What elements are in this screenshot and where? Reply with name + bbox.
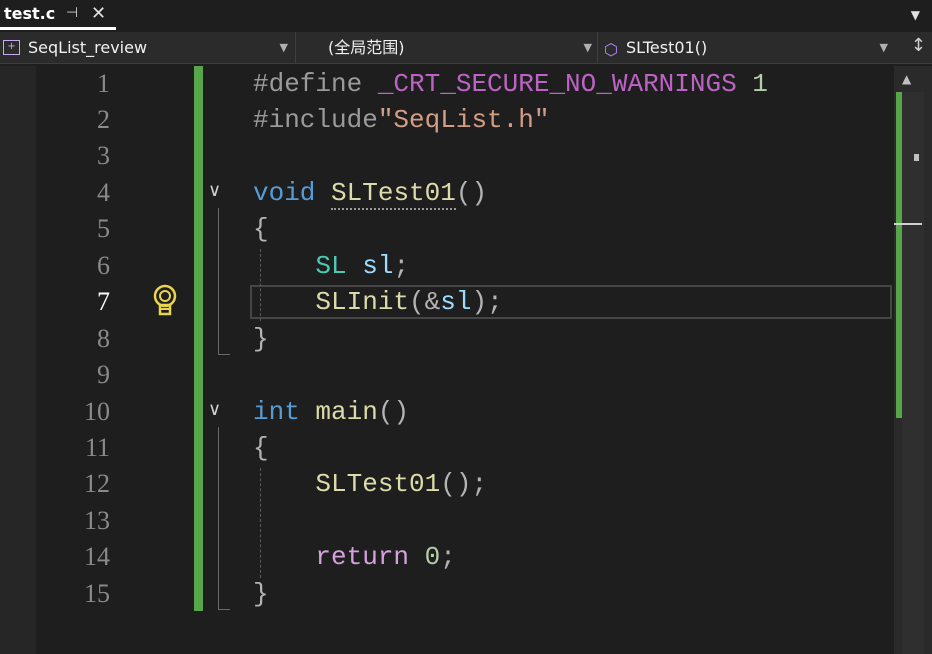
brace: { bbox=[253, 433, 269, 463]
preprocessor-directive: #define bbox=[253, 69, 363, 99]
tab-bar: test.c ⊣ ✕ ▼ bbox=[0, 0, 932, 30]
include-path: "SeqList.h" bbox=[377, 105, 550, 135]
number-literal: 0 bbox=[424, 542, 441, 572]
code-line: 1 #define _CRT_SECURE_NO_WARNINGS 1 bbox=[0, 66, 900, 102]
code-line: 11 { bbox=[0, 430, 900, 466]
punctuation: (& bbox=[409, 287, 441, 317]
line-number: 9 bbox=[97, 360, 110, 389]
scope-dropdown-label: (全局范围) bbox=[328, 38, 405, 57]
c-file-project-icon: + bbox=[3, 40, 20, 55]
brace: } bbox=[253, 579, 269, 609]
function-cube-icon: ⬡ bbox=[604, 40, 618, 59]
project-dropdown[interactable]: + SeqList_review ▼ bbox=[0, 35, 294, 61]
code-line-current: 7 SLInit(&sl); bbox=[0, 284, 900, 320]
code-line: 5 { bbox=[0, 211, 900, 247]
line-number: 15 bbox=[84, 579, 110, 608]
keyword: return bbox=[315, 542, 410, 572]
scrollbar-caret-marker bbox=[894, 223, 922, 225]
line-number: 7 bbox=[97, 287, 110, 316]
code-line: 12 SLTest01(); bbox=[0, 466, 900, 502]
line-number: 2 bbox=[97, 105, 110, 134]
code-line: 9 bbox=[0, 357, 900, 393]
line-number: 10 bbox=[84, 397, 110, 426]
macro-name: _CRT_SECURE_NO_WARNINGS bbox=[377, 69, 737, 99]
chevron-down-icon: ▼ bbox=[879, 41, 888, 54]
preprocessor-directive: #include bbox=[253, 105, 378, 135]
code-line: 8 } bbox=[0, 321, 900, 357]
line-number: 14 bbox=[84, 542, 110, 571]
vertical-scrollbar[interactable]: ▲ bbox=[894, 66, 932, 654]
code-editor[interactable]: ∨ ∨ 1 #define _CRT_SECURE_NO_WARNINGS 1 … bbox=[0, 66, 932, 654]
line-number: 11 bbox=[84, 433, 110, 462]
line-number: 8 bbox=[97, 324, 110, 353]
punctuation: () bbox=[377, 397, 410, 427]
line-number: 3 bbox=[97, 141, 110, 170]
tab-overflow-dropdown-icon[interactable]: ▼ bbox=[911, 8, 920, 22]
scrollbar-thumb[interactable] bbox=[914, 154, 919, 161]
scroll-up-arrow-icon[interactable]: ▲ bbox=[902, 72, 911, 86]
project-dropdown-label: SeqList_review bbox=[28, 38, 148, 57]
scrollbar-track[interactable] bbox=[902, 92, 924, 654]
brace: } bbox=[253, 324, 269, 354]
split-editor-icon[interactable]: ↕ bbox=[911, 35, 926, 56]
code-line: 15 } bbox=[0, 576, 900, 612]
punctuation: ; bbox=[393, 251, 410, 281]
navigation-bar: + SeqList_review ▼ (全局范围) ▼ ⬡ SLTest01()… bbox=[0, 32, 932, 64]
active-tab-indicator bbox=[0, 27, 116, 30]
line-number: 12 bbox=[84, 469, 110, 498]
member-dropdown[interactable]: ⬡ SLTest01() ▼ bbox=[598, 35, 894, 61]
function-name: SLTest01 bbox=[331, 178, 456, 210]
tab-test-c[interactable]: test.c ⊣ ✕ bbox=[0, 0, 116, 30]
code-line: 2 #include"SeqList.h" bbox=[0, 102, 900, 138]
code-line: 14 return 0; bbox=[0, 539, 900, 575]
variable-name: sl bbox=[440, 287, 472, 317]
punctuation: ; bbox=[440, 542, 456, 572]
keyword: int bbox=[253, 397, 300, 427]
code-line: 6 SL sl; bbox=[0, 248, 900, 284]
brace: { bbox=[253, 214, 269, 244]
close-icon[interactable]: ✕ bbox=[91, 3, 106, 24]
function-name: main bbox=[315, 397, 378, 427]
member-dropdown-label: SLTest01() bbox=[626, 38, 708, 57]
keyword: void bbox=[253, 178, 316, 208]
code-line: 4 void SLTest01() bbox=[0, 175, 900, 211]
scrollbar-change-marker bbox=[896, 92, 902, 418]
line-number: 6 bbox=[97, 251, 110, 280]
line-number: 4 bbox=[97, 178, 110, 207]
line-number: 5 bbox=[97, 214, 110, 243]
code-line: 13 bbox=[0, 503, 900, 539]
function-name: SLTest01 bbox=[315, 469, 441, 499]
punctuation: (); bbox=[440, 469, 488, 499]
scope-dropdown[interactable]: (全局范围) ▼ bbox=[296, 35, 598, 61]
pin-icon[interactable]: ⊣ bbox=[66, 5, 78, 21]
code-line: 3 bbox=[0, 138, 900, 174]
tab-title[interactable]: test.c bbox=[4, 4, 55, 23]
chevron-down-icon: ▼ bbox=[279, 41, 288, 54]
macro-value: 1 bbox=[752, 69, 768, 99]
type-name: SL bbox=[315, 251, 347, 281]
line-number: 13 bbox=[84, 506, 110, 535]
function-name: SLInit bbox=[315, 287, 410, 317]
code-line: 10 int main() bbox=[0, 394, 900, 430]
punctuation: () bbox=[455, 178, 488, 208]
line-number: 1 bbox=[97, 69, 110, 98]
punctuation: ); bbox=[471, 287, 503, 317]
variable-name: sl bbox=[362, 251, 394, 281]
chevron-down-icon: ▼ bbox=[583, 41, 592, 54]
